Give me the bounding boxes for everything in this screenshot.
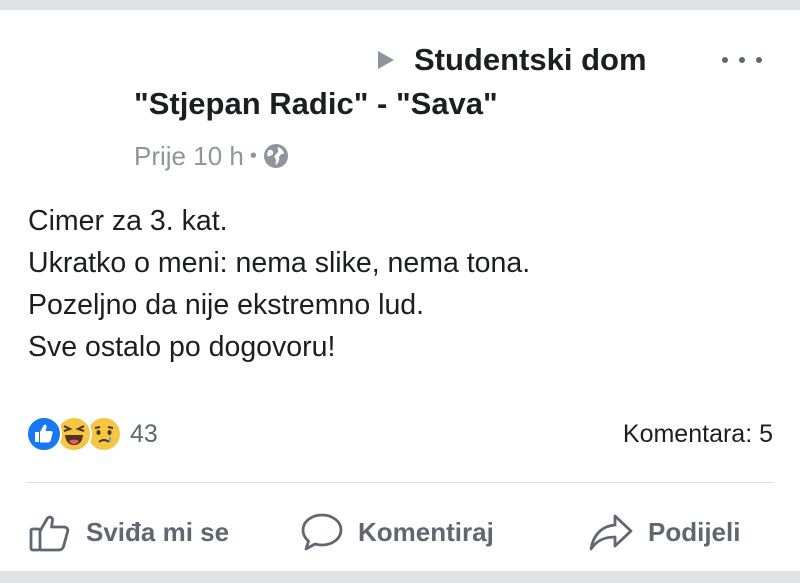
like-icon [26, 416, 62, 452]
post-text-line: Sve ostalo po dogovoru! [28, 331, 336, 363]
comments-count-link[interactable]: Komentara: 5 [623, 414, 773, 454]
post-text-line: Cimer za 3. kat. [28, 205, 228, 237]
share-arrow-icon [589, 514, 633, 551]
share-button-label: Podijeli [648, 516, 741, 547]
post-meta: Prije 10 h • [134, 138, 289, 174]
post-header: Studentski dom [378, 38, 647, 82]
post-text-line: Ukratko o meni: nema slike, nema tona. [28, 247, 531, 279]
dot-icon [756, 57, 762, 63]
reaction-count: 43 [130, 419, 158, 448]
post-card: Studentski dom "Stjepan Radic" - "Sava" … [0, 10, 800, 571]
thumbs-up-icon [29, 515, 70, 552]
more-options-button[interactable] [722, 50, 762, 70]
comment-button[interactable]: Komentiraj [300, 504, 494, 560]
meta-separator: • [249, 144, 257, 167]
post-text-line: Pozeljno da nije ekstremno lud. [28, 289, 425, 321]
share-button[interactable]: Podijeli [588, 504, 740, 560]
like-button[interactable]: Sviđa mi se [28, 504, 229, 560]
divider [26, 482, 774, 483]
action-bar: Sviđa mi se Komentiraj Podijeli [0, 504, 800, 560]
dot-icon [722, 57, 728, 63]
like-button-label: Sviđa mi se [86, 516, 230, 547]
arrow-right-icon [378, 51, 394, 69]
dot-icon [739, 57, 745, 63]
speech-bubble-icon [301, 513, 343, 551]
post-timestamp[interactable]: Prije 10 h [134, 141, 244, 172]
comment-button-label: Komentiraj [358, 516, 494, 547]
reactions-summary[interactable]: 43 [26, 414, 158, 454]
globe-icon [263, 143, 289, 169]
group-name-link-continued[interactable]: "Stjepan Radic" - "Sava" [134, 82, 498, 126]
group-name-link[interactable]: Studentski dom [414, 42, 647, 78]
post-text: Cimer za 3. kat. Ukratko o meni: nema sl… [28, 200, 768, 368]
